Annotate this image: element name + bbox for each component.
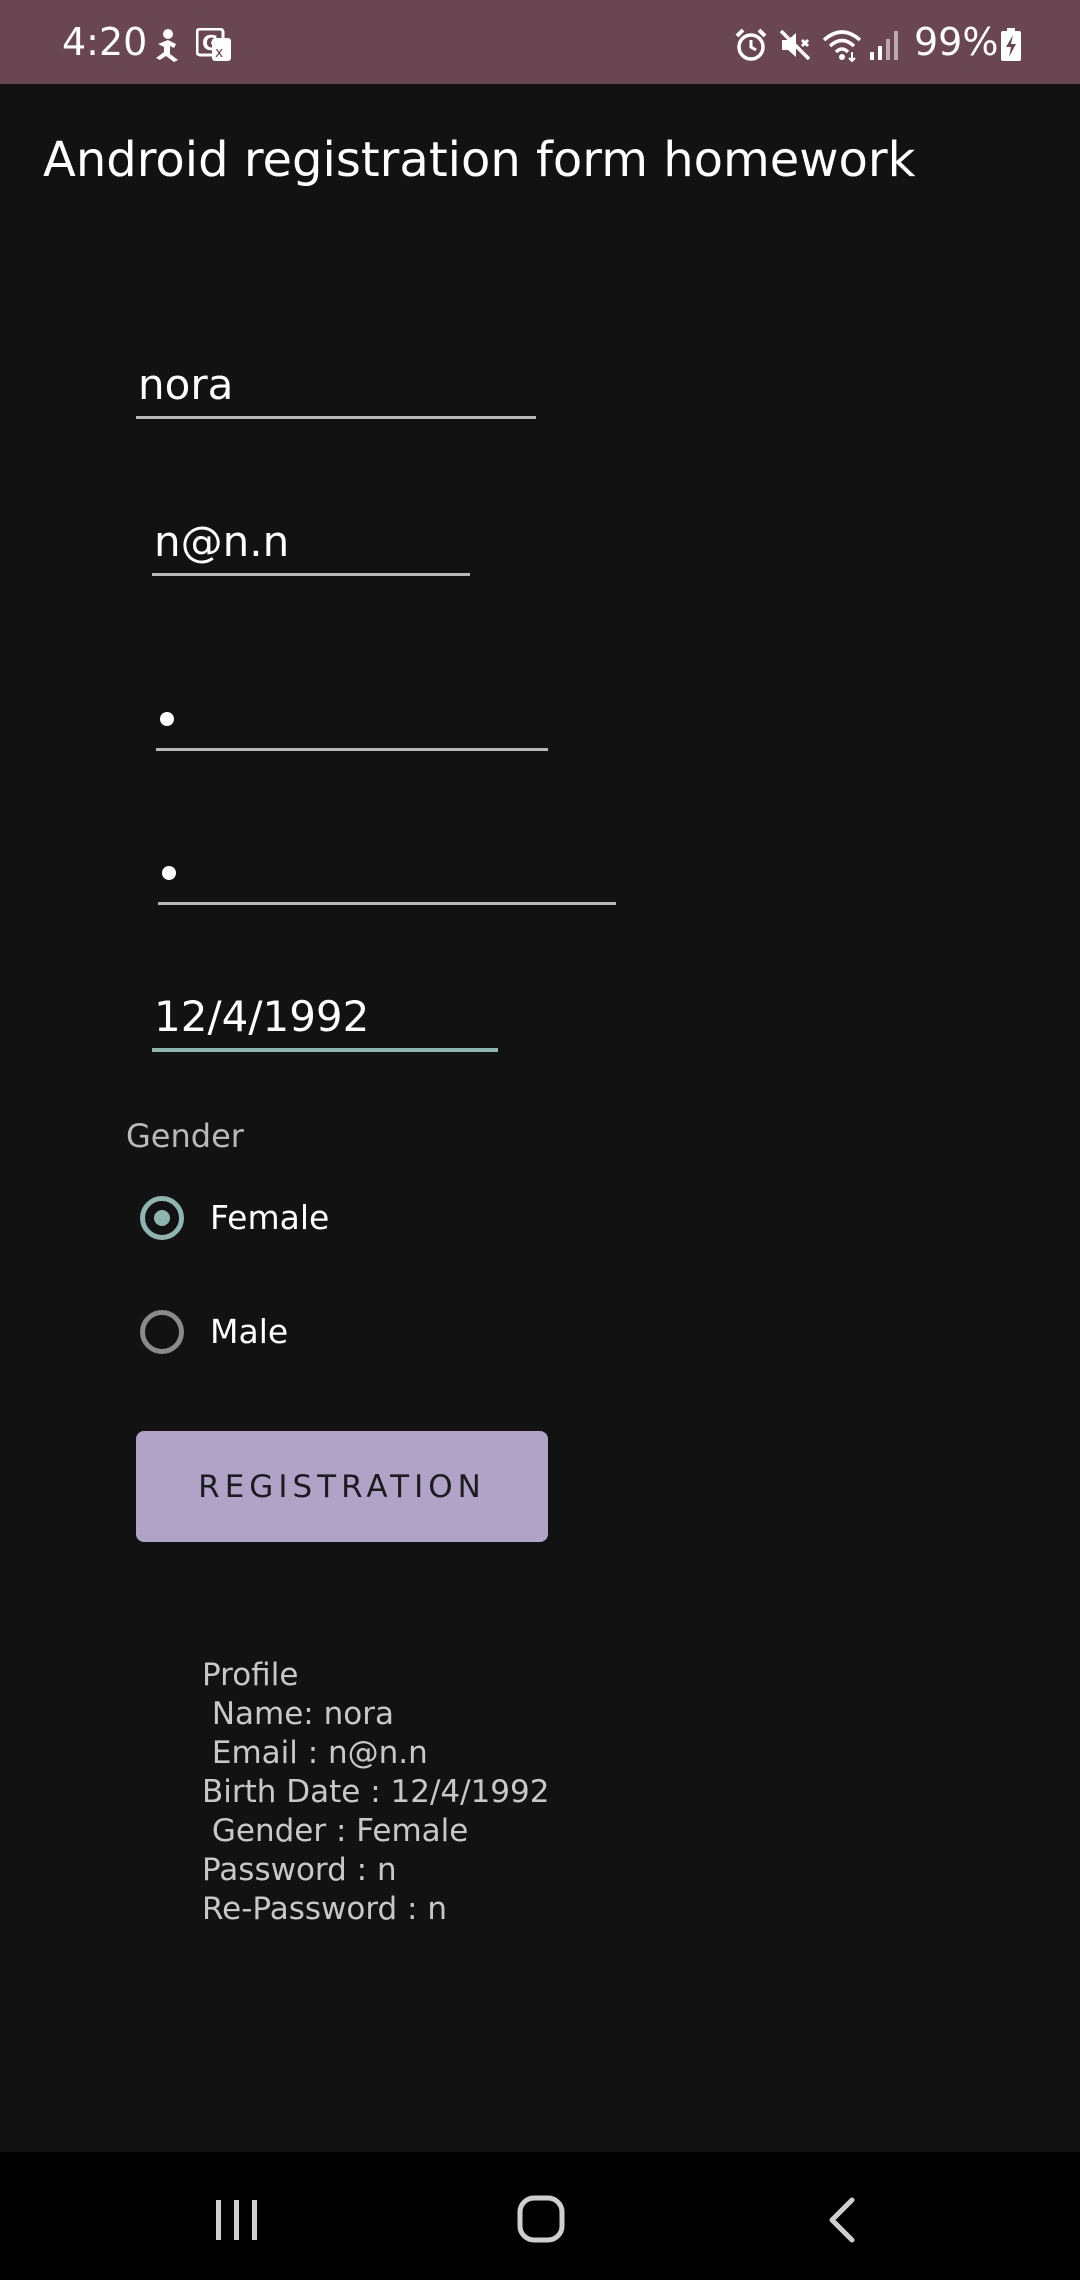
profile-summary: Profile Name: nora Email : n@n.n Birth D… (202, 1656, 549, 1929)
radio-male-label: Male (210, 1312, 289, 1351)
name-field[interactable]: nora (136, 350, 536, 419)
status-time: 4:20 (62, 20, 148, 64)
profile-heading: Profile (202, 1657, 299, 1693)
profile-birthdate: Birth Date : 12/4/1992 (202, 1774, 550, 1810)
recent-apps-icon[interactable] (212, 2198, 262, 2242)
back-icon[interactable] (824, 2196, 860, 2244)
status-bar: 4:20 G x 99% (0, 0, 1080, 84)
password-field[interactable] (156, 682, 548, 751)
radio-female-dot (154, 1210, 170, 1226)
registration-button[interactable]: REGISTRATION (136, 1431, 548, 1542)
svg-text:x: x (215, 45, 223, 61)
wifi-icon (822, 30, 862, 62)
app-title: Android registration form homework (43, 132, 916, 188)
email-field[interactable]: n@n.n (152, 507, 470, 576)
birthdate-field-value: 12/4/1992 (154, 992, 370, 1041)
gender-label: Gender (126, 1117, 244, 1155)
radio-female[interactable]: Female (140, 1196, 440, 1252)
accessibility-icon (156, 29, 178, 62)
password-mask-dot (160, 712, 174, 726)
home-icon[interactable] (516, 2194, 566, 2244)
profile-gender: Gender : Female (202, 1813, 469, 1849)
email-field-value: n@n.n (154, 517, 290, 566)
radio-male-button[interactable] (140, 1310, 184, 1354)
alarm-icon (735, 28, 767, 61)
birthdate-field[interactable]: 12/4/1992 (152, 982, 498, 1052)
battery-charging-icon (1001, 28, 1021, 61)
profile-password: Password : n (202, 1852, 397, 1888)
radio-male[interactable]: Male (140, 1310, 440, 1366)
repassword-field[interactable] (158, 836, 616, 905)
name-field-value: nora (138, 360, 234, 409)
radio-female-button[interactable] (140, 1196, 184, 1240)
radio-female-label: Female (210, 1198, 330, 1237)
navigation-bar (0, 2152, 1080, 2280)
translate-icon: G x (196, 28, 231, 61)
profile-name: Name: nora (202, 1696, 394, 1732)
repassword-mask-dot (162, 866, 176, 880)
profile-repassword: Re-Password : n (202, 1891, 448, 1927)
mute-icon (779, 29, 811, 61)
profile-email: Email : n@n.n (202, 1735, 428, 1771)
signal-icon (870, 31, 898, 60)
battery-percentage: 99% (914, 20, 999, 64)
